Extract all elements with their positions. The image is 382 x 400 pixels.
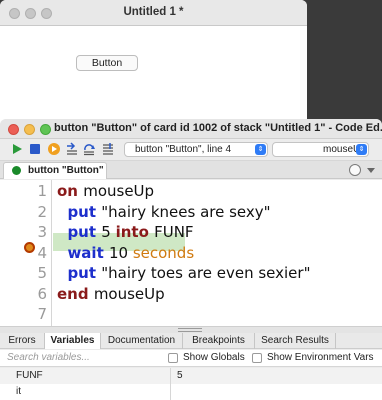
line-number: 3: [37, 223, 47, 241]
code-token: mouseUp: [83, 182, 155, 200]
code-token: put: [57, 202, 102, 221]
debug-tabs: Errors Variables Documentation Breakpoin…: [0, 333, 382, 349]
pane-splitter[interactable]: [0, 326, 382, 333]
stop-icon[interactable]: [28, 142, 42, 156]
code-token: 10: [108, 243, 133, 262]
close-icon[interactable]: [8, 124, 19, 135]
line-number: 5: [37, 264, 47, 282]
step-over-icon[interactable]: [65, 142, 79, 156]
variable-value: 5: [177, 370, 183, 381]
line-number: 1: [37, 182, 47, 200]
search-variables-input[interactable]: Search variables...: [3, 351, 153, 366]
splitter-grip[interactable]: [178, 328, 202, 332]
minimize-icon[interactable]: [24, 124, 35, 135]
column-divider: [170, 384, 171, 400]
tab-errors[interactable]: Errors: [0, 333, 45, 349]
stack-window-title: Untitled 1 *: [123, 6, 184, 18]
code-token: on: [57, 182, 84, 200]
step-out-icon[interactable]: [82, 142, 96, 156]
tab-variables[interactable]: Variables: [45, 333, 101, 349]
show-globals-label: Show Globals: [183, 352, 245, 363]
zoom-icon[interactable]: [40, 124, 51, 135]
tab-button-script[interactable]: button "Button": [3, 162, 107, 179]
code-token: end: [57, 284, 94, 303]
line-number: 7: [37, 305, 47, 323]
chevron-updown-icon: ⇕: [255, 144, 266, 155]
code-token: put: [57, 264, 102, 282]
dropdown-icon[interactable]: [366, 165, 376, 175]
code-line[interactable]: on mouseUp: [57, 182, 154, 200]
object-select-value: button "Button", line 4: [135, 144, 232, 155]
code-token: put: [57, 223, 102, 241]
table-row[interactable]: it: [0, 384, 382, 400]
code-token: mouseUp: [93, 284, 165, 303]
show-env-vars-label: Show Environment Vars: [267, 352, 374, 363]
show-env-vars-checkbox[interactable]: [252, 353, 262, 363]
line-number: 4: [37, 243, 47, 262]
code-line[interactable]: wait 10 seconds: [57, 244, 194, 262]
stack-window: Untitled 1 * Button: [0, 0, 307, 125]
script-editor[interactable]: 1 2 3 4 5 6 7 on mouseUp put "hairy knees are …: [0, 180, 382, 326]
table-row[interactable]: FUNF 5: [0, 368, 382, 384]
tab-label: button "Button": [28, 165, 104, 176]
step-into-icon[interactable]: [47, 142, 61, 156]
code-token: into: [115, 223, 155, 241]
column-divider: [170, 368, 171, 384]
step-icon[interactable]: [101, 142, 115, 156]
object-line-select[interactable]: button "Button", line 4 ⇕: [124, 142, 268, 157]
code-editor-window: button "Button" of card id 1002 of stack…: [0, 119, 382, 400]
code-line[interactable]: put "hairy knees are sexy": [57, 202, 271, 221]
stack-title-bar: Untitled 1 *: [0, 0, 307, 26]
code-token: 5: [101, 223, 116, 241]
card-button[interactable]: Button: [76, 55, 138, 71]
script-icon: [12, 166, 21, 175]
script-tabbar: button "Button": [0, 161, 382, 179]
handler-select[interactable]: mouseUp ⇕: [272, 142, 369, 157]
code-line[interactable]: put "hairy toes are even sexier": [57, 264, 310, 282]
code-token: "hairy knees are sexy": [101, 202, 271, 221]
variable-name: FUNF: [16, 370, 43, 381]
editor-toolbar: button "Button", line 4 ⇕ mouseUp ⇕: [0, 139, 382, 161]
code-token: FUNF: [154, 223, 194, 241]
line-number: 6: [37, 284, 47, 303]
tab-documentation[interactable]: Documentation: [101, 333, 183, 349]
variables-filter-bar: Search variables... Show Globals Show En…: [0, 350, 382, 367]
code-line[interactable]: put 5 into FUNF: [57, 223, 194, 241]
clock-icon[interactable]: [349, 164, 361, 176]
line-number: 2: [37, 202, 47, 221]
tab-search-results[interactable]: Search Results: [255, 333, 336, 349]
show-globals-checkbox[interactable]: [168, 353, 178, 363]
variable-name: it: [16, 386, 21, 397]
code-token: wait: [57, 243, 109, 262]
code-token: seconds: [132, 243, 195, 262]
tab-breakpoints[interactable]: Breakpoints: [183, 333, 255, 349]
play-icon[interactable]: [10, 142, 24, 156]
code-line[interactable]: end mouseUp: [57, 285, 165, 303]
code-token: "hairy toes are even sexier": [101, 264, 311, 282]
editor-title-bar: button "Button" of card id 1002 of stack…: [0, 119, 382, 139]
editor-title: button "Button" of card id 1002 of stack…: [54, 122, 382, 134]
chevron-updown-icon: ⇕: [356, 144, 367, 155]
